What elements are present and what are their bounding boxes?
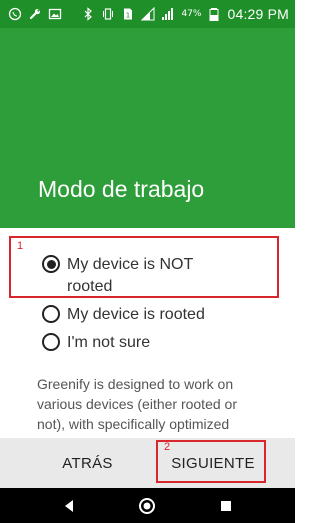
option-not-sure[interactable]: I'm not sure bbox=[42, 332, 150, 354]
clock: 04:29 PM bbox=[227, 6, 289, 22]
bluetooth-icon bbox=[81, 7, 95, 21]
description-text: Greenify is designed to work on various … bbox=[37, 376, 237, 432]
radio-button[interactable] bbox=[42, 305, 60, 323]
status-notifications bbox=[8, 7, 62, 21]
vibrate-icon bbox=[101, 7, 115, 21]
option-rooted[interactable]: My device is rooted bbox=[42, 304, 205, 326]
radio-button[interactable] bbox=[42, 333, 60, 351]
header: Modo de trabajo bbox=[0, 28, 295, 228]
signal-icon bbox=[161, 7, 175, 21]
annotation-box-2 bbox=[156, 440, 266, 483]
page-title: Modo de trabajo bbox=[38, 176, 205, 202]
back-button[interactable]: ATRÁS bbox=[40, 438, 135, 488]
back-icon[interactable] bbox=[57, 494, 81, 518]
svg-text:1: 1 bbox=[126, 12, 130, 20]
annotation-number-2: 2 bbox=[164, 441, 171, 453]
whatsapp-icon bbox=[8, 7, 22, 21]
annotation-box-1 bbox=[9, 236, 279, 298]
recents-icon[interactable] bbox=[214, 494, 238, 518]
battery-percent: 47% bbox=[181, 9, 202, 19]
wrench-icon bbox=[28, 7, 42, 21]
image-icon bbox=[48, 7, 62, 21]
signal-icon bbox=[141, 7, 155, 21]
status-bar: 1 47% 04:29 PM bbox=[0, 0, 295, 28]
navigation-bar bbox=[0, 488, 295, 523]
annotation-number-1: 1 bbox=[17, 240, 24, 252]
sim-icon: 1 bbox=[121, 7, 135, 21]
home-icon[interactable] bbox=[135, 494, 159, 518]
status-system: 1 47% 04:29 PM bbox=[81, 6, 289, 22]
option-label: My device is rooted bbox=[67, 306, 205, 323]
battery-icon bbox=[207, 7, 221, 21]
option-label: I'm not sure bbox=[67, 334, 151, 351]
